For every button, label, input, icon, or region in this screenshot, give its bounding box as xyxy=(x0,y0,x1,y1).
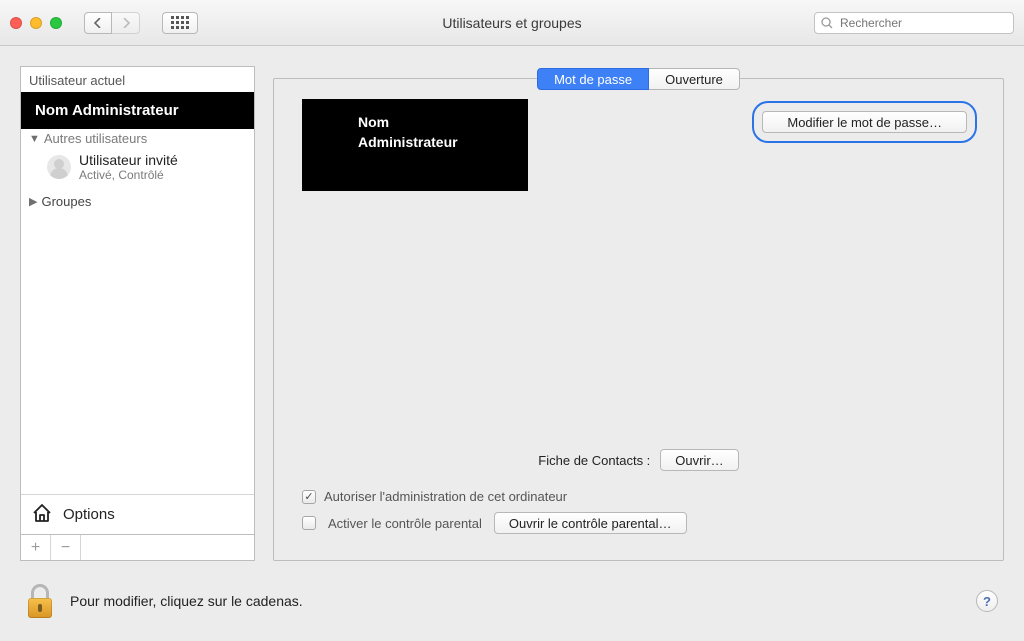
user-card: Nom Administrateur xyxy=(302,99,528,191)
allow-admin-label: Autoriser l'administration de cet ordina… xyxy=(324,489,567,504)
close-window[interactable] xyxy=(10,17,22,29)
guest-name: Utilisateur invité xyxy=(79,152,178,168)
main-panel-wrap: Mot de passe Ouverture Nom Administrateu… xyxy=(273,66,1004,561)
show-all-button[interactable] xyxy=(162,12,198,34)
house-icon xyxy=(31,502,53,527)
forward-button[interactable] xyxy=(112,12,140,34)
grid-icon xyxy=(171,16,189,29)
sidebar-item-groups[interactable]: ▶ Groupes xyxy=(21,188,254,215)
tab-password[interactable]: Mot de passe xyxy=(537,68,649,90)
add-user-button[interactable]: + xyxy=(21,535,51,560)
open-parental-button[interactable]: Ouvrir le contrôle parental… xyxy=(494,512,687,534)
chevron-down-icon: ▼ xyxy=(29,133,40,145)
open-contacts-button[interactable]: Ouvrir… xyxy=(660,449,738,471)
sidebar-toolbar: + − xyxy=(20,535,255,561)
tab-login[interactable]: Ouverture xyxy=(649,68,740,90)
nav-buttons xyxy=(84,12,140,34)
guest-status: Activé, Contrôlé xyxy=(79,168,178,182)
user-card-line2: Administrateur xyxy=(358,133,514,153)
user-list: Utilisateur actuel Nom Administrateur ▼ … xyxy=(20,66,255,535)
chevron-right-icon xyxy=(122,18,130,28)
contacts-row: Fiche de Contacts : Ouvrir… xyxy=(302,449,975,471)
help-button[interactable]: ? xyxy=(976,590,998,612)
search-input[interactable] xyxy=(838,15,1007,31)
options-label: Options xyxy=(63,506,115,523)
change-password-highlight: Modifier le mot de passe… xyxy=(752,101,977,143)
parental-row: ✓ Activer le contrôle parental Ouvrir le… xyxy=(302,512,975,534)
zoom-window[interactable] xyxy=(50,17,62,29)
lock-button[interactable] xyxy=(26,584,54,618)
minimize-window[interactable] xyxy=(30,17,42,29)
back-button[interactable] xyxy=(84,12,112,34)
remove-user-button[interactable]: − xyxy=(51,535,81,560)
checkbox-checked-icon: ✓ xyxy=(302,490,316,504)
sidebar-options[interactable]: Options xyxy=(21,494,254,534)
search-icon xyxy=(821,17,833,29)
sidebar-item-admin[interactable]: Nom Administrateur xyxy=(21,92,254,129)
current-user-header: Utilisateur actuel xyxy=(21,67,254,92)
checkbox-unchecked-icon[interactable]: ✓ xyxy=(302,516,316,530)
change-password-button[interactable]: Modifier le mot de passe… xyxy=(762,111,967,133)
other-users-header[interactable]: ▼ Autres utilisateurs xyxy=(21,129,254,148)
sidebar: Utilisateur actuel Nom Administrateur ▼ … xyxy=(20,66,255,561)
allow-admin-row[interactable]: ✓ Autoriser l'administration de cet ordi… xyxy=(302,489,975,504)
lock-hint: Pour modifier, cliquez sur le cadenas. xyxy=(70,593,303,609)
avatar-icon xyxy=(47,155,71,179)
main-panel: Nom Administrateur Modifier le mot de pa… xyxy=(273,78,1004,561)
contacts-label: Fiche de Contacts : xyxy=(538,453,650,468)
footer: Pour modifier, cliquez sur le cadenas. ? xyxy=(0,561,1024,641)
window-controls xyxy=(10,17,62,29)
chevron-left-icon xyxy=(94,18,102,28)
sidebar-item-label: Nom Administrateur xyxy=(35,102,179,119)
chevron-right-icon: ▶ xyxy=(29,195,37,208)
panel-lower: Fiche de Contacts : Ouvrir… ✓ Autoriser … xyxy=(302,449,975,542)
search-field-wrap[interactable] xyxy=(814,12,1014,34)
user-card-line1: Nom xyxy=(358,113,514,133)
tab-bar: Mot de passe Ouverture xyxy=(537,68,740,90)
sidebar-item-guest[interactable]: Utilisateur invité Activé, Contrôlé xyxy=(21,148,254,188)
toolbar: Utilisateurs et groupes xyxy=(0,0,1024,46)
enable-parental-label: Activer le contrôle parental xyxy=(328,516,482,531)
